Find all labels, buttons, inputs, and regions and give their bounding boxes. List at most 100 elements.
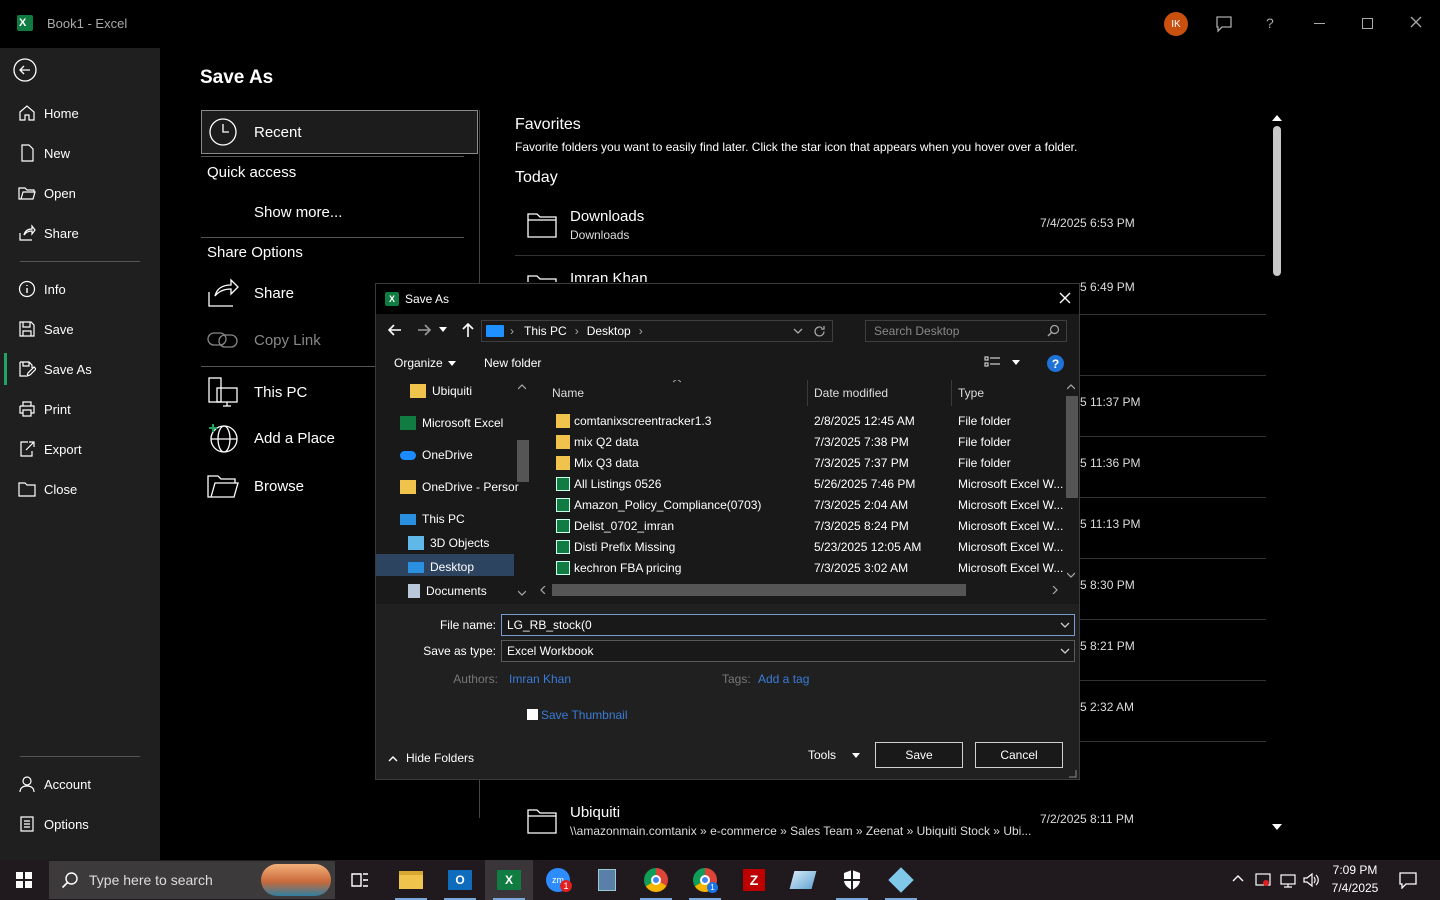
tree-item-onedrive[interactable]: OneDrive [400, 444, 473, 466]
file-row[interactable]: comtanixscreentracker1.3 2/8/2025 12:45 A… [536, 411, 1066, 432]
chevron-down-icon[interactable] [1060, 648, 1070, 655]
scrollbar-thumb[interactable] [1066, 396, 1078, 498]
taskbar-app-note[interactable] [779, 860, 827, 900]
taskbar-excel[interactable]: X [485, 860, 533, 900]
show-more-link[interactable]: Show more... [254, 204, 342, 221]
main-scrollbar[interactable] [1270, 110, 1284, 835]
taskbar-app-diamond[interactable] [877, 860, 925, 900]
sidebar-item-export[interactable]: Export [0, 429, 160, 469]
scroll-down-icon[interactable] [1067, 572, 1075, 578]
column-header-date[interactable]: Date modified [814, 380, 952, 406]
file-row[interactable]: Disti Prefix Missing 5/23/2025 12:05 AM Mi… [536, 537, 1066, 558]
minimize-icon[interactable] [1314, 23, 1325, 24]
browse-option[interactable]: Browse [207, 472, 304, 500]
breadcrumb-this-pc[interactable]: This PC [524, 324, 567, 338]
sidebar-item-close[interactable]: Close [0, 469, 160, 509]
sidebar-item-new[interactable]: New [0, 133, 160, 173]
taskbar-chrome-profile[interactable]: 1 [681, 860, 729, 900]
recent-folder-row[interactable]: Downloads Downloads 7/4/2025 6:53 PM [515, 200, 1265, 256]
chevron-down-icon[interactable] [793, 327, 803, 335]
taskbar-file-explorer[interactable] [387, 860, 435, 900]
taskbar-search[interactable]: Type here to search [49, 861, 335, 899]
this-pc-option[interactable]: This PC [207, 376, 307, 408]
save-type-select[interactable]: Excel Workbook [501, 640, 1075, 662]
back-arrow-icon[interactable] [385, 320, 405, 340]
file-row[interactable]: Delist_0702_imran 7/3/2025 8:24 PM Microso… [536, 516, 1066, 537]
clock-date[interactable]: 7/4/2025 [1328, 881, 1382, 895]
save-thumbnail-label[interactable]: Save Thumbnail [541, 708, 628, 722]
taskbar-zoom[interactable]: zm 1 [534, 860, 582, 900]
share-option[interactable]: Share [207, 278, 294, 308]
file-row[interactable]: All Listings 0526 5/26/2025 7:46 PM Micros… [536, 474, 1066, 495]
tray-expand-icon[interactable] [1232, 874, 1244, 882]
file-name-input[interactable]: LG_RB_stock(0 [501, 614, 1075, 636]
clock-time[interactable]: 7:09 PM [1328, 863, 1382, 877]
task-view-button[interactable] [336, 860, 384, 900]
network-icon[interactable] [1279, 871, 1297, 889]
scrollbar-thumb[interactable] [1273, 126, 1281, 276]
scroll-up-icon[interactable] [1067, 384, 1075, 390]
save-button[interactable]: Save [875, 742, 963, 768]
file-row[interactable]: mix Q2 data 7/3/2025 7:38 PM File folder [536, 432, 1066, 453]
taskbar-outlook[interactable]: O [436, 860, 484, 900]
file-row[interactable]: kechron FBA pricing 7/3/2025 3:02 AM Micro… [536, 558, 1066, 579]
back-arrow-icon[interactable] [13, 58, 37, 87]
tree-item-desktop[interactable]: Desktop [408, 556, 474, 578]
tree-item-onedrive-personal[interactable]: OneDrive - Persor [400, 476, 519, 498]
column-header-name[interactable]: Name [552, 380, 808, 406]
sidebar-item-info[interactable]: Info [0, 269, 160, 309]
sidebar-item-save[interactable]: Save [0, 309, 160, 349]
save-thumbnail-checkbox[interactable] [527, 709, 538, 720]
refresh-icon[interactable] [813, 325, 826, 338]
view-options-button[interactable] [984, 355, 1020, 369]
tree-item-ubiquiti[interactable]: Ubiquiti [410, 380, 472, 402]
help-icon[interactable]: ? [1266, 15, 1274, 31]
volume-icon[interactable] [1302, 871, 1320, 889]
search-icon[interactable] [1047, 324, 1060, 337]
tags-input[interactable]: Add a tag [758, 672, 809, 686]
tools-menu[interactable]: Tools [808, 748, 861, 762]
sidebar-item-save-as[interactable]: Save As [0, 349, 160, 389]
sidebar-item-print[interactable]: Print [0, 389, 160, 429]
chevron-down-icon[interactable] [1060, 622, 1070, 629]
sidebar-item-options[interactable]: Options [0, 804, 160, 844]
search-input[interactable]: Search Desktop [865, 320, 1067, 342]
close-window-icon[interactable] [1408, 14, 1424, 35]
horizontal-scrollbar-thumb[interactable] [552, 584, 966, 596]
notification-icon[interactable] [1398, 871, 1418, 889]
address-bar[interactable]: › This PC › Desktop › [481, 320, 833, 342]
taskbar-filezilla[interactable]: Z [730, 860, 778, 900]
tray-app-icon[interactable] [1254, 871, 1272, 889]
scroll-down-icon[interactable] [518, 590, 526, 596]
sidebar-item-open[interactable]: Open [0, 173, 160, 213]
sidebar-item-home[interactable]: Home [0, 93, 160, 133]
taskbar-security[interactable] [828, 860, 876, 900]
recent-location[interactable]: Recent [201, 110, 478, 154]
restore-icon[interactable] [1362, 18, 1373, 29]
recent-locations-icon[interactable] [437, 320, 449, 340]
cancel-button[interactable]: Cancel [975, 742, 1063, 768]
scroll-left-icon[interactable] [540, 586, 546, 594]
tree-item-microsoft-excel[interactable]: Microsoft Excel [400, 412, 503, 434]
hide-folders-button[interactable]: Hide Folders [388, 751, 474, 765]
copy-link-option[interactable]: Copy Link [207, 326, 321, 354]
scroll-right-icon[interactable] [1052, 586, 1058, 594]
up-arrow-icon[interactable] [458, 320, 478, 340]
new-folder-button[interactable]: New folder [484, 356, 541, 370]
start-button[interactable] [0, 860, 48, 900]
tree-item-3d-objects[interactable]: 3D Objects [408, 532, 489, 554]
add-place-option[interactable]: Add a Place [207, 422, 335, 454]
sidebar-item-share[interactable]: Share [0, 213, 160, 253]
scrollbar-thumb[interactable] [517, 440, 529, 482]
forward-arrow-icon[interactable] [414, 320, 434, 340]
help-icon[interactable]: ? [1047, 355, 1064, 372]
feedback-icon[interactable] [1214, 14, 1234, 39]
authors-value[interactable]: Imran Khan [509, 672, 571, 686]
tree-item-documents[interactable]: Documents [408, 580, 487, 602]
recent-folder-row[interactable]: Ubiquiti \\amazonmain.comtanix » e-comme… [515, 796, 1265, 852]
close-icon[interactable] [1058, 291, 1072, 305]
scroll-down-icon[interactable] [1270, 822, 1284, 832]
user-avatar[interactable]: IK [1164, 12, 1188, 36]
scroll-up-icon[interactable] [1270, 113, 1284, 123]
taskbar-chrome[interactable] [632, 860, 680, 900]
